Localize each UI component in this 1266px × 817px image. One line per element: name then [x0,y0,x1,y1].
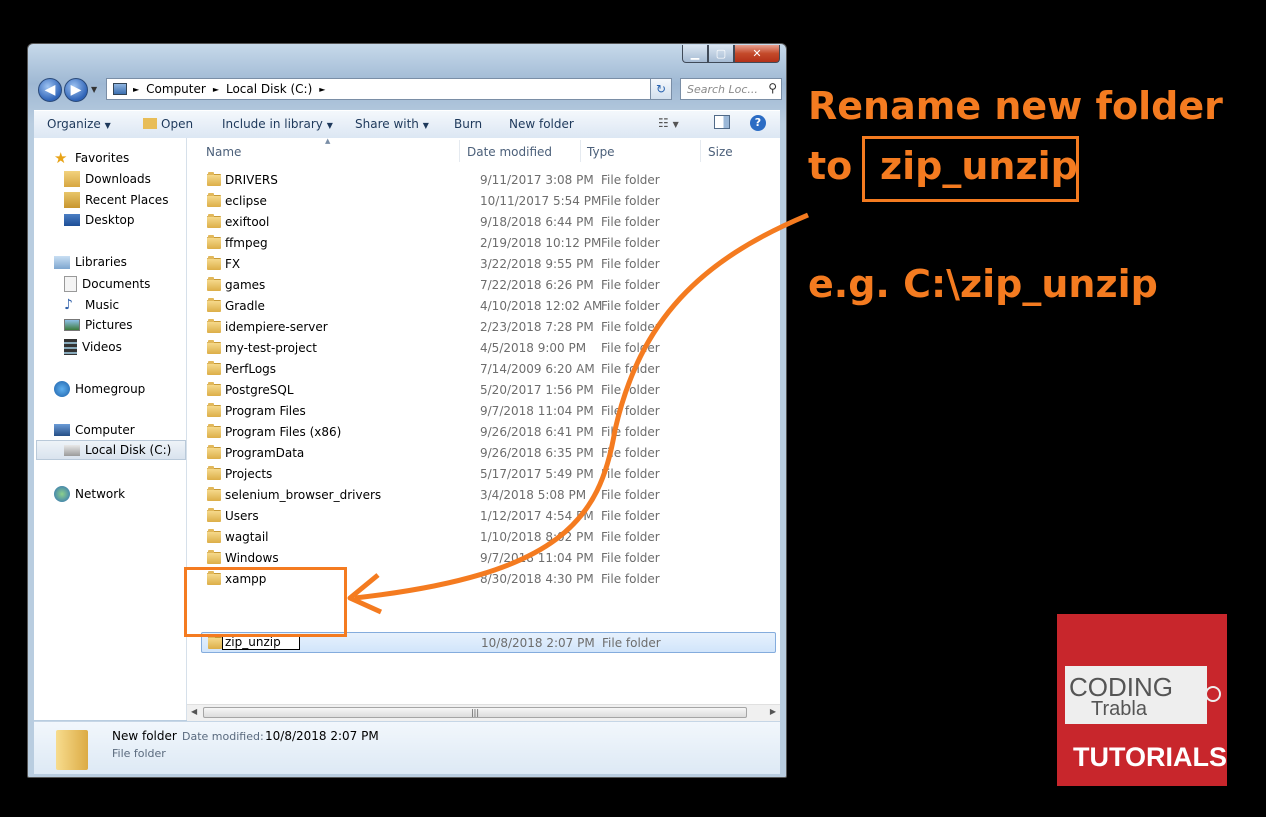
annotation-arrow-path [354,212,809,601]
logo-trabla: Trabla [1091,698,1147,720]
coding-trabla-logo: CODING Trabla TUTORIALS [1057,614,1227,786]
logo-dot [1205,686,1221,702]
logo-tutorials: TUTORIALS [1073,742,1227,772]
